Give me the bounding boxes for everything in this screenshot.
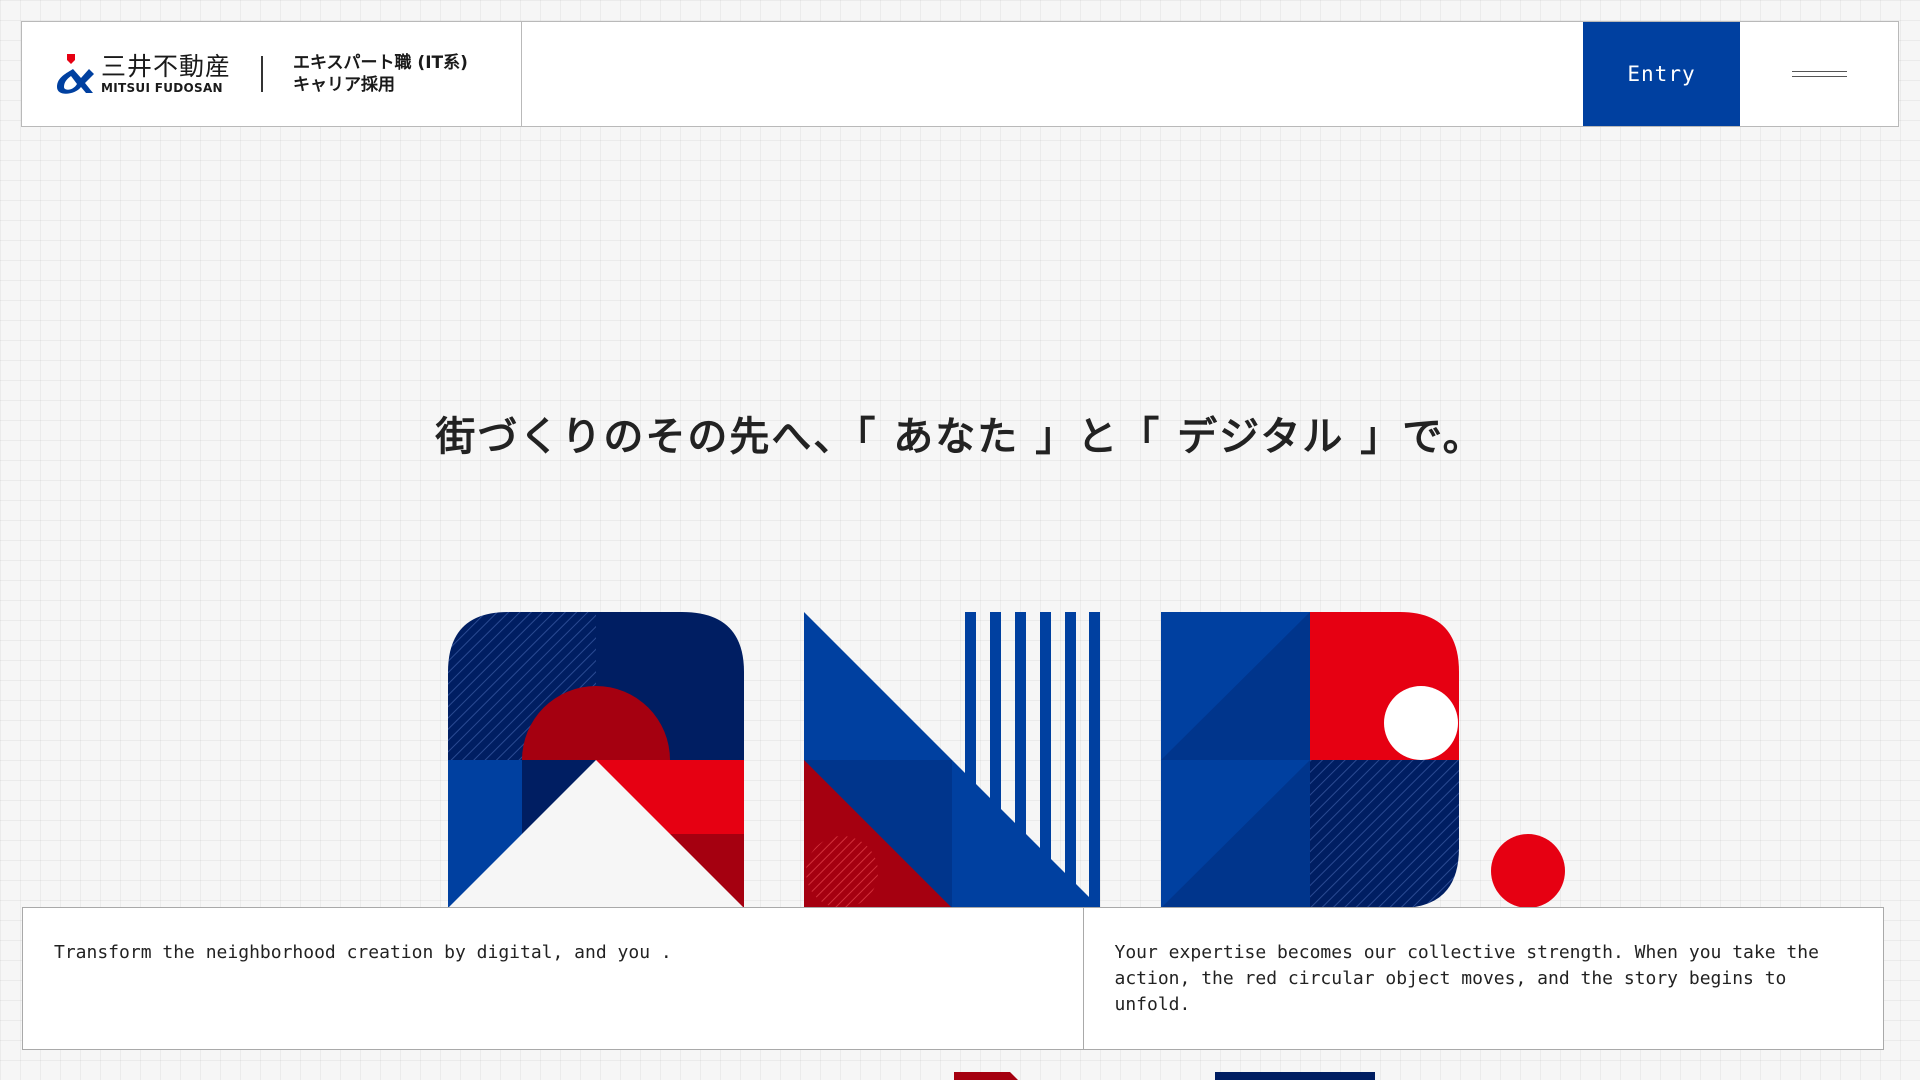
peek-red-shape (954, 1072, 1018, 1080)
peek-navy-shape (1215, 1072, 1375, 1080)
next-section-shapes (954, 1072, 1375, 1080)
